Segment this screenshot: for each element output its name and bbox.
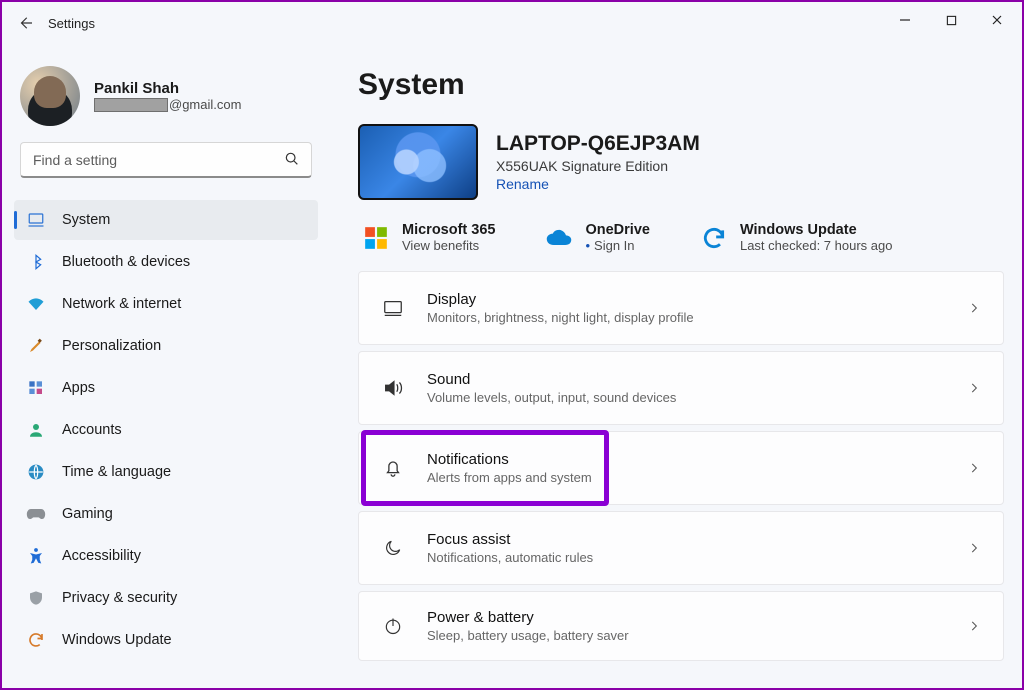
window-controls [882, 4, 1020, 36]
sidebar-item-system[interactable]: System [14, 200, 318, 240]
services-row: Microsoft 365 View benefits OneDrive •Si… [358, 222, 1004, 253]
sidebar-item-network[interactable]: Network & internet [14, 284, 318, 324]
sidebar-item-label: Accounts [62, 422, 122, 438]
card-title: Focus assist [427, 531, 593, 548]
setting-focus-assist[interactable]: Focus assist Notifications, automatic ru… [358, 511, 1004, 585]
bluetooth-icon [26, 252, 46, 272]
display-icon [381, 297, 405, 319]
device-row: LAPTOP-Q6EJP3AM X556UAK Signature Editio… [358, 124, 1004, 200]
person-icon [26, 420, 46, 440]
sidebar-item-label: Accessibility [62, 548, 141, 564]
sidebar-item-privacy[interactable]: Privacy & security [14, 578, 318, 618]
search-input[interactable] [20, 142, 312, 178]
back-button[interactable] [8, 5, 44, 41]
sidebar-item-label: Windows Update [62, 632, 172, 648]
app-title: Settings [48, 16, 95, 31]
card-sub: Monitors, brightness, night light, displ… [427, 310, 694, 325]
setting-power-battery[interactable]: Power & battery Sleep, battery usage, ba… [358, 591, 1004, 661]
user-card[interactable]: Pankil Shah @gmail.com [14, 64, 318, 142]
chevron-right-icon [967, 461, 981, 475]
card-title: Sound [427, 371, 676, 388]
service-sub: Last checked: 7 hours ago [740, 238, 893, 253]
accessibility-icon [26, 546, 46, 566]
maximize-button[interactable] [928, 4, 974, 36]
device-model: X556UAK Signature Edition [496, 158, 700, 174]
user-email: @gmail.com [94, 97, 241, 112]
card-sub: Sleep, battery usage, battery saver [427, 628, 629, 643]
minimize-button[interactable] [882, 4, 928, 36]
card-title: Notifications [427, 451, 592, 468]
sound-icon [381, 377, 405, 399]
update-icon [700, 224, 728, 252]
gamepad-icon [26, 504, 46, 524]
sidebar-item-label: Time & language [62, 464, 171, 480]
service-title: Microsoft 365 [402, 222, 495, 238]
close-button[interactable] [974, 4, 1020, 36]
rename-link[interactable]: Rename [496, 176, 700, 192]
service-m365[interactable]: Microsoft 365 View benefits [362, 222, 495, 253]
sidebar-item-accessibility[interactable]: Accessibility [14, 536, 318, 576]
service-title: Windows Update [740, 222, 893, 238]
service-title: OneDrive [585, 222, 649, 238]
moon-icon [381, 538, 405, 558]
sidebar-item-label: Privacy & security [62, 590, 177, 606]
m365-icon [362, 224, 390, 252]
chevron-right-icon [967, 619, 981, 633]
chevron-right-icon [967, 381, 981, 395]
sidebar: Pankil Shah @gmail.com System Bluetooth … [2, 44, 330, 688]
search-wrap [20, 142, 312, 178]
sidebar-item-apps[interactable]: Apps [14, 368, 318, 408]
main: System LAPTOP-Q6EJP3AM X556UAK Signature… [330, 44, 1022, 688]
avatar [20, 66, 80, 126]
card-sub: Volume levels, output, input, sound devi… [427, 390, 676, 405]
device-name: LAPTOP-Q6EJP3AM [496, 132, 700, 156]
service-onedrive[interactable]: OneDrive •Sign In [545, 222, 649, 253]
arrow-left-icon [17, 14, 35, 32]
nav: System Bluetooth & devices Network & int… [14, 200, 318, 660]
sidebar-item-windows-update[interactable]: Windows Update [14, 620, 318, 660]
setting-notifications[interactable]: Notifications Alerts from apps and syste… [358, 431, 1004, 505]
sidebar-item-time-language[interactable]: Time & language [14, 452, 318, 492]
sidebar-item-label: Gaming [62, 506, 113, 522]
settings-list: Display Monitors, brightness, night ligh… [358, 271, 1004, 661]
card-sub: Alerts from apps and system [427, 470, 592, 485]
card-sub: Notifications, automatic rules [427, 550, 593, 565]
page-title: System [358, 68, 1004, 102]
device-thumbnail [358, 124, 478, 200]
system-icon [26, 210, 46, 230]
search-icon [284, 151, 300, 167]
setting-display[interactable]: Display Monitors, brightness, night ligh… [358, 271, 1004, 345]
shield-icon [26, 588, 46, 608]
brush-icon [26, 336, 46, 356]
sidebar-item-label: System [62, 212, 110, 228]
chevron-right-icon [967, 301, 981, 315]
sidebar-item-accounts[interactable]: Accounts [14, 410, 318, 450]
sidebar-item-label: Network & internet [62, 296, 181, 312]
chevron-right-icon [967, 541, 981, 555]
card-title: Power & battery [427, 609, 629, 626]
sidebar-item-label: Personalization [62, 338, 161, 354]
card-title: Display [427, 291, 694, 308]
sidebar-item-label: Bluetooth & devices [62, 254, 190, 270]
email-redacted [94, 98, 168, 112]
onedrive-icon [545, 224, 573, 252]
sidebar-item-bluetooth[interactable]: Bluetooth & devices [14, 242, 318, 282]
service-windows-update[interactable]: Windows Update Last checked: 7 hours ago [700, 222, 893, 253]
power-icon [381, 616, 405, 636]
user-name: Pankil Shah [94, 80, 241, 97]
bell-icon [381, 457, 405, 479]
wifi-icon [26, 294, 46, 314]
setting-sound[interactable]: Sound Volume levels, output, input, soun… [358, 351, 1004, 425]
titlebar: Settings [2, 2, 1022, 44]
apps-icon [26, 378, 46, 398]
sidebar-item-label: Apps [62, 380, 95, 396]
service-sub: View benefits [402, 238, 495, 253]
service-sub: •Sign In [585, 238, 649, 253]
sidebar-item-personalization[interactable]: Personalization [14, 326, 318, 366]
globe-icon [26, 462, 46, 482]
sidebar-item-gaming[interactable]: Gaming [14, 494, 318, 534]
update-icon [26, 630, 46, 650]
